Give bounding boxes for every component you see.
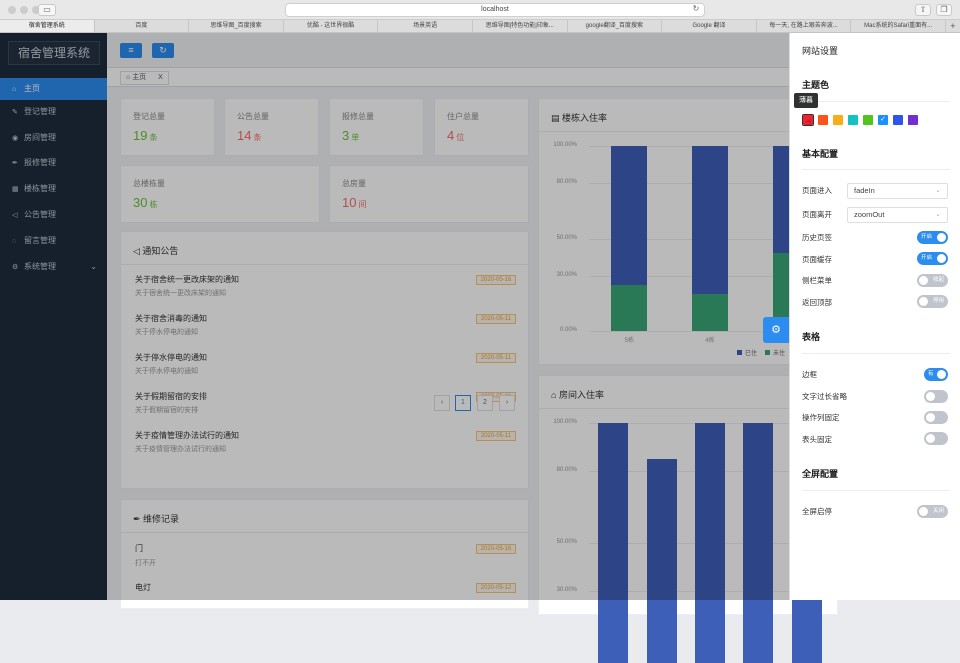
- mouse-cursor-icon: ☝: [806, 117, 812, 127]
- browser-tab[interactable]: 思维导图_百度搜索: [189, 20, 284, 32]
- browser-tab[interactable]: 优酷 - 这世界很酷: [284, 20, 379, 32]
- theme-swatch[interactable]: [893, 115, 903, 125]
- setting-label: 页面离开: [802, 210, 832, 219]
- page-leave-select[interactable]: zoomOut ⌄: [847, 207, 948, 223]
- setting-label: 文字过长省略: [802, 392, 847, 401]
- setting-label: 侧栏菜单: [802, 276, 832, 285]
- browser-tabbar: 宿舍管理系统 百度 思维导图_百度搜索 优酷 - 这世界很酷 场景英语 思维导图…: [0, 20, 960, 33]
- new-tab-button[interactable]: +: [946, 20, 960, 32]
- setting-label: 页面缓存: [802, 255, 832, 264]
- setting-label: 页面进入: [802, 186, 832, 195]
- text-ellipsis-switch[interactable]: [924, 390, 948, 403]
- browser-tab[interactable]: 每一天, 在路上艰苦奔波...: [757, 20, 852, 32]
- browser-tab[interactable]: 思维导图|特色功能|印象...: [473, 20, 568, 32]
- setting-label: 表头固定: [802, 435, 832, 444]
- setting-label: 全屏启停: [802, 507, 832, 516]
- setting-label: 历史页签: [802, 233, 832, 242]
- tabs-overview-icon[interactable]: ❐: [936, 4, 952, 16]
- sidebar-toggle-icon[interactable]: ▭: [38, 4, 56, 16]
- fixed-column-switch[interactable]: [924, 411, 948, 424]
- share-icon[interactable]: ⇧: [915, 4, 931, 16]
- reload-icon[interactable]: ↻: [690, 4, 702, 16]
- close-window-icon[interactable]: [8, 6, 16, 14]
- settings-drawer: 网站设置 主题色 ✓ 基本配置 页面进入 fadeIn ⌄ 页面离开 zoomOu…: [789, 33, 960, 600]
- section-heading: 主题色: [802, 80, 830, 90]
- theme-swatch[interactable]: [908, 115, 918, 125]
- address-bar[interactable]: localhost: [285, 3, 705, 17]
- theme-swatch[interactable]: [863, 115, 873, 125]
- setting-label: 返回顶部: [802, 298, 832, 307]
- section-heading: 基本配置: [802, 149, 839, 159]
- page-cache-switch[interactable]: 开启: [917, 252, 948, 265]
- setting-label: 操作列固定: [802, 413, 840, 422]
- page-enter-select[interactable]: fadeIn ⌄: [847, 183, 948, 199]
- browser-tab[interactable]: 宿舍管理系统: [0, 20, 95, 32]
- browser-tab[interactable]: Mac系统的Safari重面有...: [851, 20, 946, 32]
- gear-icon: ⚙: [771, 324, 781, 336]
- section-heading: 表格: [802, 332, 821, 342]
- settings-toggle-button[interactable]: ⚙: [763, 317, 789, 343]
- theme-swatch[interactable]: [818, 115, 828, 125]
- drawer-title: 网站设置: [802, 46, 839, 56]
- chevron-down-icon: ⌄: [935, 211, 941, 218]
- browser-tab[interactable]: 百度: [95, 20, 190, 32]
- fullscreen-switch[interactable]: 关闭: [917, 505, 948, 518]
- url-text: localhost: [481, 6, 509, 13]
- theme-swatch[interactable]: ✓: [878, 115, 888, 125]
- side-menu-switch[interactable]: 收起: [917, 274, 948, 287]
- table-border-switch[interactable]: 有: [924, 368, 948, 381]
- browser-tab[interactable]: Google 翻译: [662, 20, 757, 32]
- chevron-down-icon: ⌄: [935, 187, 941, 194]
- browser-tab[interactable]: google翻译_百度搜索: [568, 20, 663, 32]
- section-heading: 全屏配置: [802, 469, 839, 479]
- setting-label: 边框: [802, 370, 817, 379]
- modal-overlay[interactable]: [0, 33, 789, 600]
- color-tooltip: 薄暮: [794, 93, 818, 108]
- browser-tab[interactable]: 场景英语: [378, 20, 473, 32]
- browser-toolbar: ▭ localhost ↻ ⇧ ❐: [0, 0, 960, 20]
- theme-swatch[interactable]: [848, 115, 858, 125]
- back-to-top-switch[interactable]: 停用: [917, 295, 948, 308]
- history-tabs-switch[interactable]: 开启: [917, 231, 948, 244]
- theme-swatch[interactable]: [833, 115, 843, 125]
- fixed-header-switch[interactable]: [924, 432, 948, 445]
- minimize-window-icon[interactable]: [20, 6, 28, 14]
